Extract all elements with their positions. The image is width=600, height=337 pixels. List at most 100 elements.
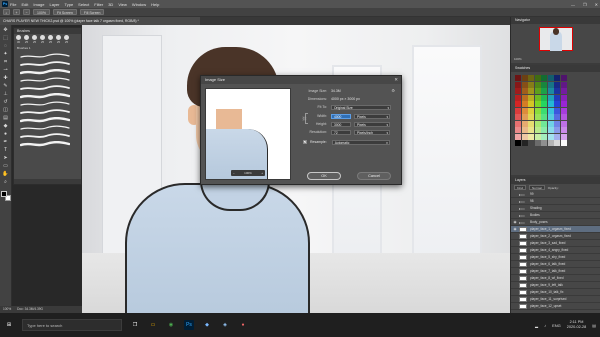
menu-type[interactable]: Type <box>65 2 74 7</box>
brush-stroke-preset[interactable] <box>20 141 75 147</box>
color-swatch[interactable] <box>528 140 534 146</box>
color-swatch[interactable] <box>560 133 567 140</box>
color-swatch[interactable] <box>541 94 547 101</box>
zoom-percent-button[interactable]: 100% <box>33 9 50 15</box>
tab-swatches[interactable]: Swatches <box>515 65 530 72</box>
color-swatch[interactable] <box>515 114 521 120</box>
close-icon[interactable]: ✕ <box>595 2 598 7</box>
minimize-icon[interactable]: — <box>571 2 575 7</box>
color-swatch[interactable] <box>554 120 560 127</box>
color-swatch[interactable] <box>521 127 528 133</box>
color-swatch[interactable] <box>528 75 534 81</box>
color-swatch[interactable] <box>547 94 554 101</box>
color-swatch[interactable] <box>515 75 521 81</box>
color-swatch[interactable] <box>528 120 534 127</box>
zoom-in-icon[interactable]: + <box>13 9 20 15</box>
color-swatch[interactable] <box>534 101 541 107</box>
app-icon-1[interactable]: ◆ <box>202 320 212 330</box>
resample-select[interactable]: Automatic ▾ <box>331 139 390 145</box>
color-swatch[interactable] <box>547 107 554 114</box>
color-swatch[interactable] <box>541 81 547 88</box>
menu-view[interactable]: View <box>118 2 127 7</box>
volume-icon[interactable]: ♪ <box>544 323 546 328</box>
color-swatch[interactable] <box>554 88 560 94</box>
brush-stroke-preset[interactable] <box>20 133 75 139</box>
marquee-tool-icon[interactable]: ⬚ <box>2 35 10 41</box>
color-swatch[interactable] <box>521 120 528 127</box>
gradient-tool-icon[interactable]: ▤ <box>2 115 10 121</box>
color-swatch[interactable] <box>541 75 547 81</box>
brush-preset-3[interactable]: 25 <box>32 35 37 44</box>
color-swatch[interactable] <box>554 140 560 146</box>
color-swatch[interactable] <box>528 133 534 140</box>
app-icon-2[interactable]: ◈ <box>220 320 230 330</box>
brush-stroke-preset[interactable] <box>20 117 75 123</box>
eye-icon[interactable]: ◉ <box>511 219 519 226</box>
color-swatch[interactable] <box>560 114 567 120</box>
brush-group-label[interactable]: Brushes 1 <box>14 45 81 51</box>
color-swatch[interactable] <box>560 140 567 146</box>
lasso-tool-icon[interactable]: ◌ <box>2 43 10 49</box>
color-swatch[interactable] <box>560 120 567 127</box>
color-swatch[interactable] <box>541 140 547 146</box>
ok-button[interactable]: OK <box>307 172 341 180</box>
color-swatch[interactable] <box>534 140 541 146</box>
color-swatch[interactable] <box>554 94 560 101</box>
brush-stroke-preset[interactable] <box>20 69 75 75</box>
dialog-preview[interactable]: − 100% + <box>205 88 291 180</box>
eye-icon[interactable]: ◉ <box>511 226 519 233</box>
foreground-color-swatch[interactable] <box>0 191 7 197</box>
type-tool-icon[interactable]: T <box>2 147 10 153</box>
brush-stroke-preset[interactable] <box>20 109 75 115</box>
color-swatch[interactable] <box>534 88 541 94</box>
menu-window[interactable]: Window <box>132 2 146 7</box>
color-swatch[interactable] <box>560 88 567 94</box>
color-swatch[interactable] <box>547 127 554 133</box>
zoom-tool-icon-left[interactable]: ⌕ <box>2 179 10 185</box>
brush-preset-7[interactable]: 25 <box>64 35 69 44</box>
color-swatch[interactable] <box>547 114 554 120</box>
task-view-icon[interactable]: ❐ <box>130 320 140 330</box>
brush-stroke-preset[interactable] <box>20 61 75 67</box>
history-brush-tool-icon[interactable]: ↺ <box>2 99 10 105</box>
layer-row[interactable]: ▸▭ 98 <box>511 198 600 205</box>
color-swatch[interactable] <box>515 88 521 94</box>
layer-row[interactable]: ▸▭ Bodies <box>511 212 600 219</box>
pen-tool-icon[interactable]: ✒ <box>2 139 10 145</box>
color-swatch[interactable] <box>560 107 567 114</box>
navigator-thumbnail[interactable] <box>539 27 573 51</box>
menu-filter[interactable]: Filter <box>94 2 103 7</box>
dodge-tool-icon[interactable]: ● <box>2 131 10 137</box>
menu-help[interactable]: Help <box>151 2 159 7</box>
width-unit-select[interactable]: Pixels ▾ <box>353 113 390 119</box>
color-swatch[interactable] <box>515 81 521 88</box>
color-swatch[interactable] <box>528 88 534 94</box>
menu-image[interactable]: Image <box>33 2 44 7</box>
color-swatch[interactable] <box>534 114 541 120</box>
brush-stroke-preset[interactable] <box>20 77 75 83</box>
brush-preset-5[interactable]: 25 <box>48 35 53 44</box>
gear-icon[interactable]: ⚙ <box>391 88 395 93</box>
color-swatch[interactable] <box>541 88 547 94</box>
color-swatch[interactable] <box>515 133 521 140</box>
color-swatch[interactable] <box>560 81 567 88</box>
path-select-tool-icon[interactable]: ➤ <box>2 155 10 161</box>
resample-checkbox[interactable]: ✓ <box>303 140 307 145</box>
fit-screen-button[interactable]: Fit Screen <box>52 9 77 15</box>
tab-layers[interactable]: Layers <box>515 177 526 184</box>
zoom-out-icon[interactable]: − <box>23 9 30 15</box>
brush-stroke-preset[interactable] <box>20 53 75 59</box>
color-swatch[interactable] <box>534 127 541 133</box>
brush-preset-1[interactable]: 30 <box>16 35 21 44</box>
color-swatch[interactable] <box>515 101 521 107</box>
color-swatch[interactable] <box>554 81 560 88</box>
document-tab[interactable]: CHARS PLAYER NEW THICK2.psd @ 100% (play… <box>0 17 200 25</box>
color-swatch[interactable] <box>534 94 541 101</box>
cancel-button[interactable]: Cancel <box>357 172 391 180</box>
color-swatch[interactable] <box>534 75 541 81</box>
color-swatch[interactable] <box>541 101 547 107</box>
menu-select[interactable]: Select <box>78 2 89 7</box>
color-swatch[interactable] <box>547 75 554 81</box>
color-swatch[interactable] <box>515 107 521 114</box>
layer-row[interactable]: player_face_12_upset <box>511 303 600 310</box>
